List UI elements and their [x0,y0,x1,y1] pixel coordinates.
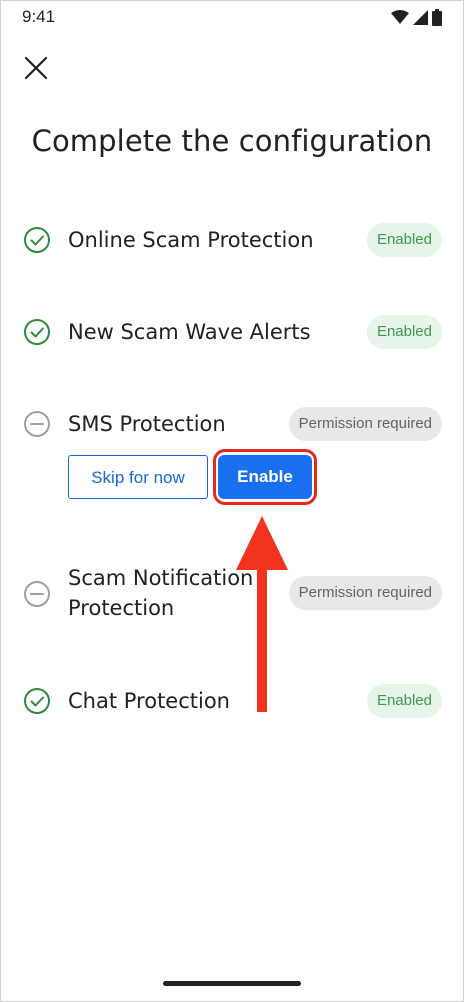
list-item-sms-protection: SMS Protection Permission required [0,406,464,442]
item-label-line-2: Protection [68,596,175,620]
minus-circle-icon [24,581,50,607]
close-button[interactable] [22,54,50,82]
item-label: SMS Protection [68,412,226,436]
status-badge: Enabled [366,315,442,349]
skip-for-now-button[interactable]: Skip for now [68,455,208,499]
status-badge: Enabled [366,684,442,718]
status-badge: Permission required [288,407,442,441]
check-circle-icon [24,227,50,253]
battery-icon [432,9,442,26]
list-item-chat-protection: Chat Protection Enabled [0,683,464,719]
item-label: Online Scam Protection [68,228,314,252]
list-item-new-scam-wave-alerts: New Scam Wave Alerts Enabled [0,314,464,350]
item-label-line-1: Scam Notification [68,566,254,590]
item-label: New Scam Wave Alerts [68,320,311,344]
status-badge: Permission required [288,576,442,610]
home-indicator[interactable] [163,981,301,986]
status-time: 9:41 [22,7,56,26]
check-circle-icon [24,319,50,345]
close-icon [24,56,48,80]
enable-button[interactable]: Enable [218,455,312,499]
minus-circle-icon [24,411,50,437]
wifi-icon [391,10,409,24]
cellular-signal-icon [413,10,428,25]
list-item-online-scam-protection: Online Scam Protection Enabled [0,222,464,258]
item-label: Chat Protection [68,689,230,713]
check-circle-icon [24,688,50,714]
page-title: Complete the configuration [31,124,433,158]
status-badge: Enabled [366,223,442,257]
list-item-scam-notification-protection: Scam Notification Protection Permission … [0,562,464,626]
status-icons [391,9,442,26]
status-bar: 9:41 [0,0,464,34]
